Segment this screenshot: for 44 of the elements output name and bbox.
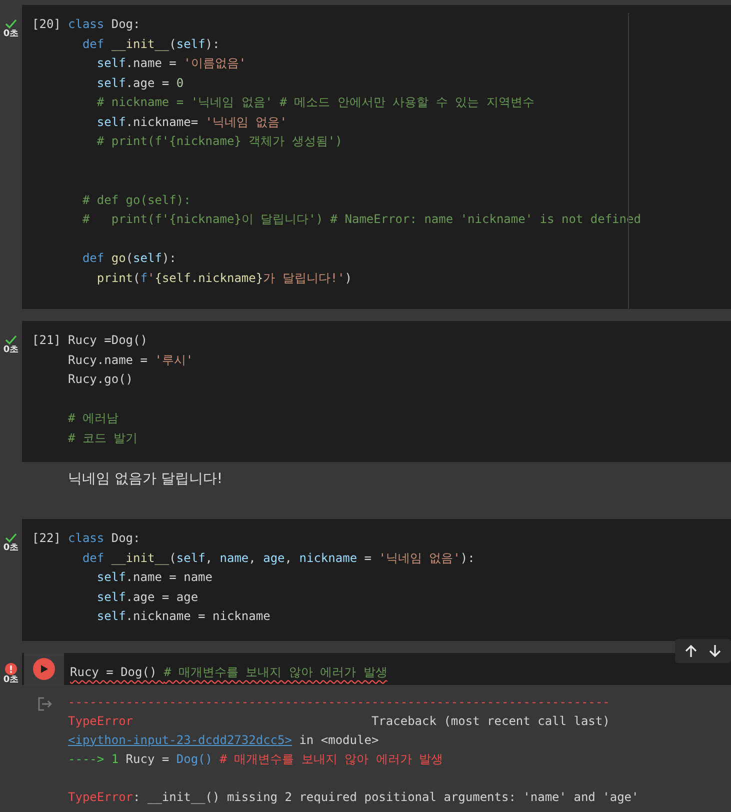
execution-count: [21]: [31, 332, 62, 349]
code-line: Rucy =Dog(): [68, 332, 148, 349]
code-line: self.name = '이름없음': [96, 55, 246, 72]
code-cell[interactable]: [22, 5, 731, 309]
execution-count: [20]: [31, 16, 62, 33]
code-cell[interactable]: [21] Rucy =Dog() Rucy.name = '루시' Rucy.go() # 에러남 # 코드 발기: [22, 321, 731, 462]
code-line: self.age = age: [96, 588, 198, 606]
code-cell[interactable]: [22] class Dog: def __init__(self, name, age, nickname = '닉네임 없음'): self.name = name self.age = age self.nickname = nickname: [22, 519, 731, 640]
traceback-line: TypeError: __init__() missing 2 required positional arguments: 'name' and 'age': [68, 788, 639, 806]
traceback-line: ---------------------------------------------------------------------------: [68, 694, 610, 710]
code-line: class Dog:: [68, 530, 140, 547]
code-line: # 코드 발기: [68, 430, 138, 446]
code-line: Rucy.go(): [68, 371, 134, 388]
run-time: 0초: [3, 345, 19, 355]
code-line: class Dog:: [68, 16, 140, 33]
traceback-line: TypeError Traceback (most recent call last): [68, 712, 610, 730]
code-line: print(f'{self.nickname}가 달립니다!'): [96, 270, 352, 286]
code-line: Rucy = Dog() # 매개변수를 보내지 않아 에러가 발생: [70, 664, 388, 681]
code-line: self.name = name: [96, 569, 212, 586]
code-line: # 에러남: [68, 410, 118, 427]
code-line: Rucy.name = '루시': [68, 352, 194, 368]
run-time: 0초: [3, 674, 19, 684]
code-line: # print(f'{nickname} 객체가 생성됨'): [96, 133, 342, 150]
code-line: def __init__(self):: [81, 36, 220, 53]
code-line: # nickname = '닉네임 없음' # 메소드 안에서만 사용할 수 있는 지역변수: [96, 94, 534, 111]
code-line: # def go(self):: [81, 192, 191, 209]
run-time: 0초: [3, 543, 19, 553]
output-icon[interactable]: [37, 696, 53, 710]
traceback-line: ----> 1 Rucy = Dog() # 매개변수를 보내지 않아 에러가 발생: [68, 750, 444, 768]
run-button[interactable]: [33, 658, 55, 680]
arrow-up-icon: [684, 644, 698, 658]
code-cell[interactable]: Rucy = Dog() # 매개변수를 보내지 않아 에러가 발생: [22, 652, 731, 684]
execution-count: [22]: [31, 530, 62, 547]
code-line: self.nickname = nickname: [96, 608, 270, 625]
code-line: def __init__(self, name, age, nickname = '닉네임 없음'):: [81, 550, 475, 567]
code-line: self.nickname= '닉네임 없음': [96, 114, 287, 130]
code-line: self.age = 0: [96, 74, 184, 92]
play-icon: [39, 664, 49, 674]
traceback-line: <ipython-input-23-dcdd2732dcc5> in <module>: [68, 732, 379, 748]
arrow-down-icon: [708, 644, 722, 658]
run-time: 0초: [3, 29, 19, 39]
output-text: 닉네임 없음가 달립니다!: [68, 471, 223, 487]
code-line: def go(self):: [81, 250, 176, 267]
code-line: # print(f'{nickname}이 달립니다') # NameError: name 'nickname' is not defined: [81, 211, 641, 228]
